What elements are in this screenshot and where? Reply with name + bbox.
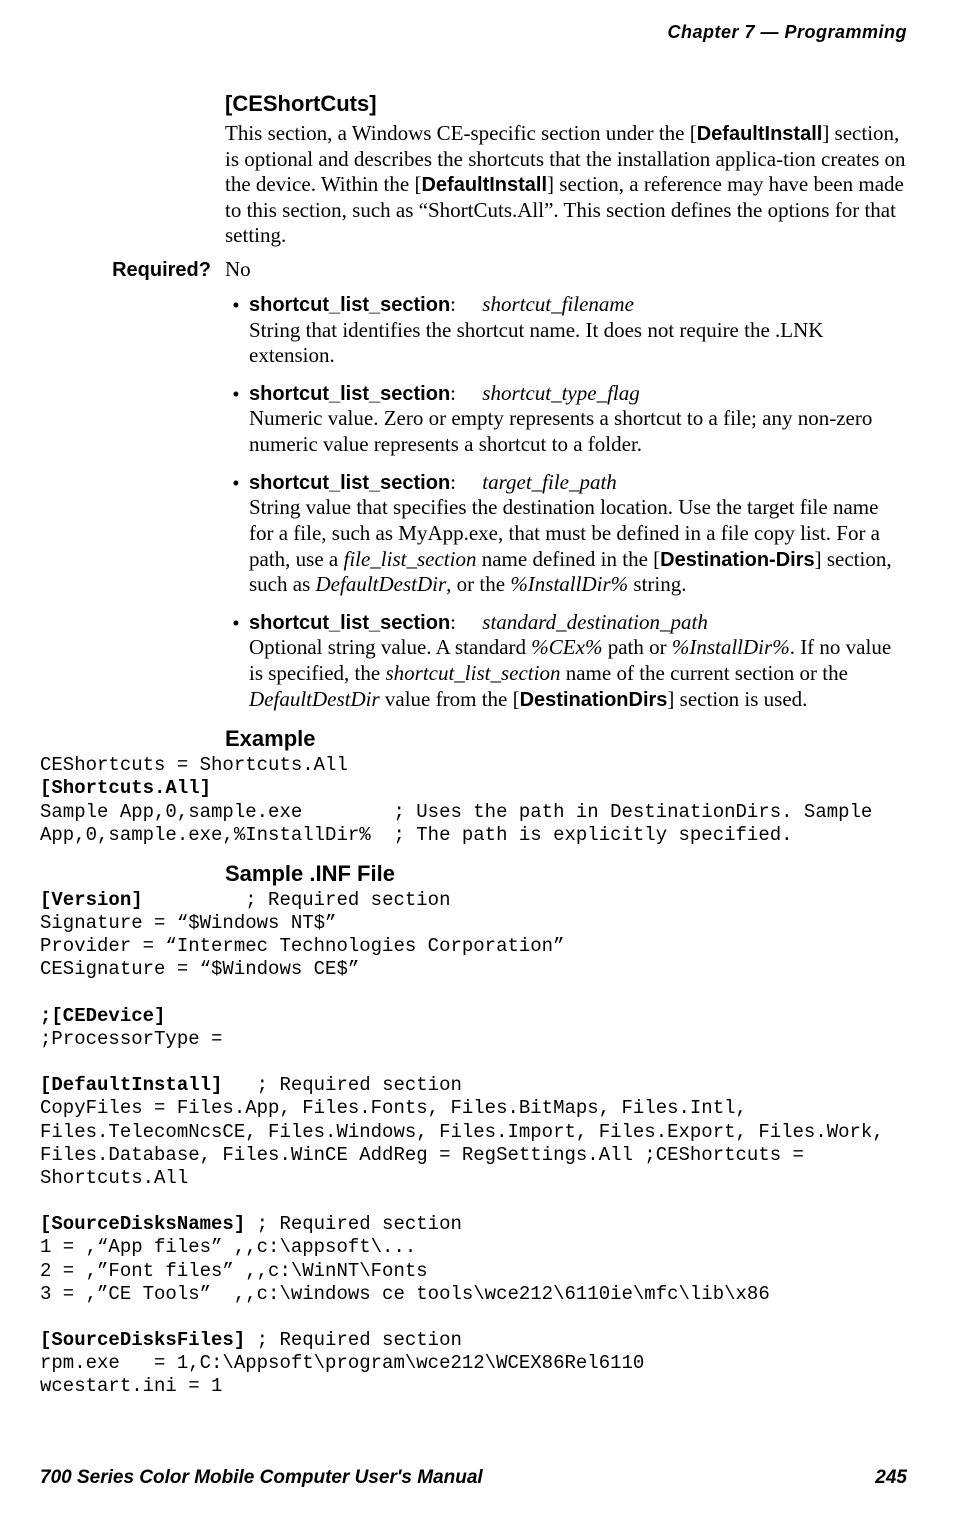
code-line-bold: [Version]: [40, 889, 143, 911]
required-value: No: [225, 257, 251, 282]
bullet-desc: path or: [602, 635, 671, 659]
ital: DefaultDestDir: [249, 687, 380, 711]
term: shortcut_list_section: [249, 383, 450, 405]
bullet-desc: string.: [628, 572, 686, 596]
code-line: 3 = ,”CE Tools” ,,c:\windows ce tools\wc…: [40, 1283, 770, 1305]
code-line: Shortcuts.All: [40, 1167, 188, 1189]
list-item: shortcut_list_section: shortcut_filename…: [249, 292, 907, 369]
code-line: ;ProcessorType =: [40, 1028, 222, 1050]
code-line-bold: [DefaultInstall]: [40, 1074, 222, 1096]
running-header: Chapter 7 — Programming: [40, 22, 907, 43]
footer-left: 700 Series Color Mobile Computer User's …: [40, 1467, 483, 1489]
ital: DefaultDestDir: [316, 572, 447, 596]
code-line: Sample App,0,sample.exe ; Uses the path …: [40, 801, 872, 823]
term: shortcut_list_section: [249, 294, 450, 316]
code-line: 1 = ,“App files” ,,c:\appsoft\...: [40, 1236, 416, 1258]
code-line: rpm.exe = 1,C:\Appsoft\program\wce212\WC…: [40, 1352, 644, 1374]
code-line: CEShortcuts = Shortcuts.All: [40, 754, 348, 776]
code-line-bold: [Shortcuts.All]: [40, 777, 211, 799]
code-line: Files.TelecomNcsCE, Files.Windows, Files…: [40, 1121, 884, 1143]
bullet-desc: value from the [: [380, 687, 520, 711]
code-line: ; Required section: [222, 1074, 461, 1096]
code-line: ; Required section: [143, 889, 451, 911]
code-line: wcestart.ini = 1: [40, 1375, 222, 1397]
code-line: Provider = “Intermec Technologies Corpor…: [40, 935, 565, 957]
code-line-bold: [SourceDisksNames]: [40, 1213, 257, 1235]
term: shortcut_list_section: [249, 612, 450, 634]
code-line: Files.Database, Files.WinCE AddReg = Reg…: [40, 1144, 804, 1166]
code-line: CopyFiles = Files.App, Files.Fonts, File…: [40, 1097, 747, 1119]
code-line: ; Required section: [257, 1213, 462, 1235]
code-line: App,0,sample.exe,%InstallDir% ; The path…: [40, 824, 793, 846]
bullet-desc: name of the current section or the: [560, 661, 847, 685]
required-label: Required?: [40, 259, 225, 282]
term-ital: target_file_path: [482, 470, 617, 494]
example-heading: Example: [225, 726, 907, 752]
bold-term: DestinationDirs: [520, 689, 668, 711]
ital: %InstallDir%: [672, 635, 790, 659]
bullet-desc: ] section is used.: [667, 687, 807, 711]
list-item: shortcut_list_section: target_file_path …: [249, 470, 907, 598]
bullet-desc: Numeric value. Zero or empty represents …: [249, 406, 872, 456]
term-ital: standard_destination_path: [482, 610, 708, 634]
bold-term: DefaultInstall: [421, 174, 547, 196]
ital: %InstallDir%: [510, 572, 628, 596]
code-line: CESignature = “$Windows CE$”: [40, 958, 359, 980]
term-ital: shortcut_filename: [482, 292, 634, 316]
sample-heading: Sample .INF File: [225, 861, 907, 887]
bullet-desc: String that identifies the shortcut name…: [249, 318, 823, 368]
code-line: Signature = “$Windows NT$”: [40, 912, 336, 934]
section-intro: This section, a Windows CE-specific sect…: [225, 121, 907, 249]
bullet-desc: , or the: [446, 572, 510, 596]
term: shortcut_list_section: [249, 472, 450, 494]
bullet-desc: name defined in the [: [476, 547, 660, 571]
list-item: shortcut_list_section: shortcut_type_fla…: [249, 381, 907, 458]
term-ital: shortcut_type_flag: [482, 381, 639, 405]
code-line: ; Required section: [257, 1329, 462, 1351]
sample-code: [Version] ; Required section Signature =…: [40, 889, 907, 1399]
bold-term: Destination-Dirs: [660, 549, 814, 571]
bullet-list: shortcut_list_section: shortcut_filename…: [225, 292, 907, 712]
list-item: shortcut_list_section: standard_destinat…: [249, 610, 907, 712]
code-line-bold: ;[CEDevice]: [40, 1005, 165, 1027]
section-title: [CEShortCuts]: [225, 91, 907, 117]
intro-text-a: This section, a Windows CE-specific sect…: [225, 121, 697, 145]
ital: file_list_section: [343, 547, 476, 571]
ital: %CEx%: [531, 635, 602, 659]
code-line: 2 = ,”Font files” ,,c:\WinNT\Fonts: [40, 1260, 428, 1282]
ital: shortcut_list_section: [385, 661, 560, 685]
code-line-bold: [SourceDisksFiles]: [40, 1329, 257, 1351]
bullet-desc: Optional string value. A standard: [249, 635, 531, 659]
bold-term: DefaultInstall: [697, 123, 823, 145]
footer-page-number: 245: [875, 1467, 907, 1489]
example-code: CEShortcuts = Shortcuts.All [Shortcuts.A…: [40, 754, 907, 847]
